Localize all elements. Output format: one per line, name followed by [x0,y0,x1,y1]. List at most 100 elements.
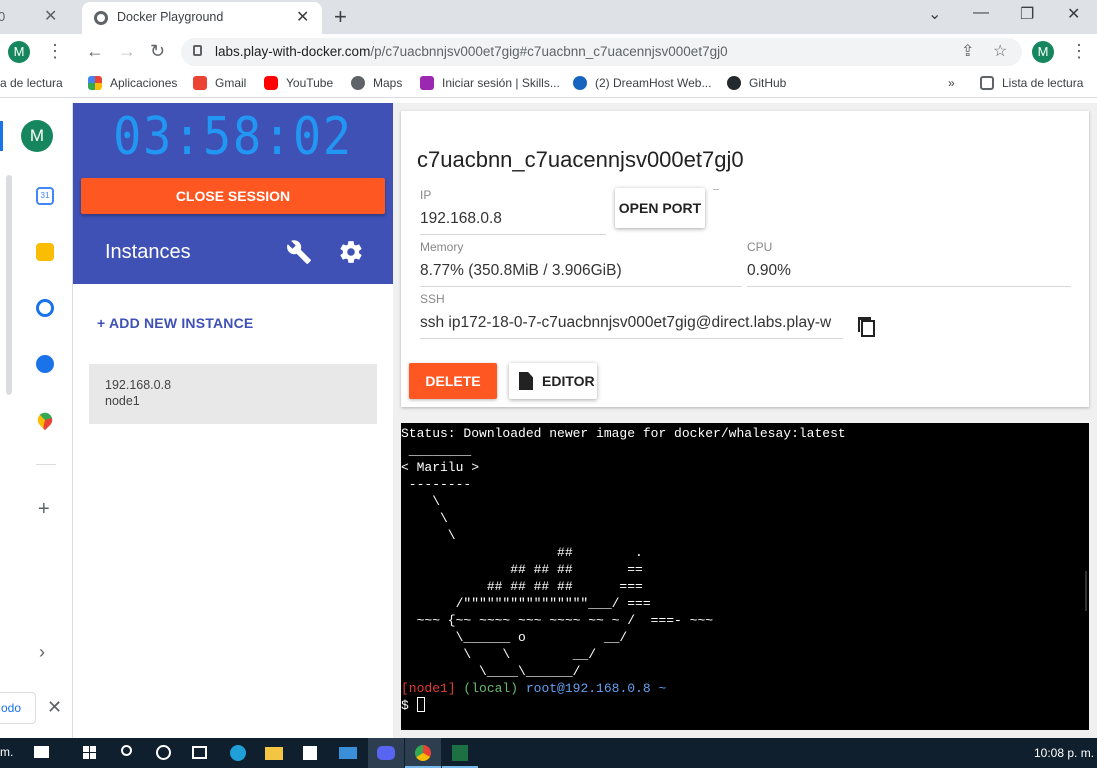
bookmark-github[interactable]: GitHub [727,76,786,90]
session-timer: 03:58:02 [113,107,353,167]
editor-button-label: EDITOR [542,373,595,389]
reading-list-button[interactable]: Lista de lectura [980,76,1083,90]
bookmark-youtube[interactable]: YouTube [264,76,333,90]
delete-instance-button[interactable]: DELETE [409,363,497,399]
cortana-icon[interactable] [146,738,182,768]
edge-icon[interactable] [220,738,256,768]
notification-icon[interactable] [24,738,60,768]
search-icon[interactable] [110,738,146,768]
forward-icon[interactable]: → [118,41,136,62]
tab-close-icon[interactable]: ✕ [296,7,309,27]
skills-icon [420,76,434,90]
chrome-icon[interactable] [405,738,441,768]
add-addon-icon[interactable]: + [38,498,50,521]
globe-icon [94,11,108,25]
side-panel: M 31 + › [0,103,73,738]
tab-previous[interactable]: 0 ✕ [0,0,78,34]
bookmark-dreamhost[interactable]: (2) DreamHost Web... [573,76,711,90]
new-tab-icon[interactable]: + [334,4,347,30]
file-explorer-icon[interactable] [256,738,292,768]
prompt-node: [node1] [401,681,456,696]
keep-icon[interactable] [36,243,54,261]
cpu-label: CPU [747,240,773,254]
bookmarks-overflow-icon[interactable]: » [948,76,955,90]
expand-panel-chevron-icon[interactable]: › [39,642,45,663]
file-icon [519,372,533,390]
apps-grid-icon [88,76,102,90]
tab-search-chevron-icon[interactable]: ⌄ [928,4,941,24]
more-vertical-icon[interactable]: ⋮ [46,41,64,62]
terminal-output: Status: Downloaded newer image for docke… [401,425,846,714]
task-view-icon[interactable] [182,738,218,768]
reading-list-icon [980,76,994,90]
download-item[interactable]: odo [0,692,36,724]
ip-field[interactable]: 192.168.0.8 [420,210,606,235]
calendar-icon[interactable]: 31 [36,187,54,205]
terminal-output-text: Status: Downloaded newer image for docke… [401,426,846,679]
bookmarks-bar: a de lectura Aplicaciones Gmail YouTube … [0,70,1097,98]
lock-icon[interactable] [193,45,202,56]
add-new-instance-button[interactable]: + ADD NEW INSTANCE [97,315,253,331]
windows-taskbar: m. 10:08 p. m. [0,738,1097,768]
minimize-icon[interactable]: — [973,4,989,22]
taskbar-left-text: m. [0,745,14,759]
bookmark-skills[interactable]: Iniciar sesión | Skills... [420,76,560,90]
side-panel-scrollbar[interactable] [6,175,12,395]
tab-previous-close-icon[interactable]: ✕ [44,6,57,26]
instance-ip: 192.168.0.8 [105,378,172,392]
instances-title: Instances [105,241,191,263]
browser-tab-strip: 0 ✕ Docker Playground ✕ + ⌄ — ❐ ✕ [0,0,1097,34]
profile-avatar-left[interactable]: M [8,41,30,63]
contacts-icon[interactable] [36,355,54,373]
excel-icon[interactable] [442,738,478,768]
store-icon[interactable] [292,738,328,768]
mail-icon[interactable] [330,738,366,768]
github-icon [727,76,741,90]
settings-gear-icon[interactable] [338,239,364,265]
ssh-field[interactable]: ssh ip172-18-0-7-c7uacbnnjsv000et7gig@di… [420,314,843,339]
bookmark-maps[interactable]: Maps [351,76,402,90]
open-port-tick [713,189,719,190]
back-icon[interactable]: ← [86,41,104,62]
ip-label: IP [420,188,432,202]
url-text[interactable]: labs.play-with-docker.com/p/c7uacbnnjsv0… [215,44,728,59]
session-header: 03:58:02 CLOSE SESSION Instances [73,103,393,284]
reload-icon[interactable]: ↻ [150,41,165,62]
chrome-menu-icon[interactable]: ⋮ [1070,41,1088,62]
side-panel-avatar[interactable]: M [21,120,53,152]
prompt-dir: ~ [658,681,667,696]
side-panel-active-indicator [0,121,3,151]
share-icon[interactable]: ⇪ [961,41,974,61]
wrench-icon[interactable] [286,239,312,265]
bookmark-star-icon[interactable]: ☆ [993,41,1007,61]
terminal-scrollbar[interactable] [1085,571,1087,611]
gmail-icon [193,76,207,90]
copy-icon[interactable] [856,316,876,338]
maps-globe-icon [351,76,365,90]
maps-pin-icon[interactable] [34,409,56,431]
download-close-icon[interactable]: ✕ [47,697,62,718]
discord-icon[interactable] [368,738,404,768]
editor-button[interactable]: EDITOR [509,363,597,399]
tasks-icon[interactable] [36,299,54,317]
windows-start-icon[interactable] [72,738,108,768]
bookmark-apps[interactable]: Aplicaciones [88,76,177,90]
window-close-icon[interactable]: ✕ [1067,4,1080,24]
profile-avatar[interactable]: M [1032,41,1054,63]
address-bar[interactable]: labs.play-with-docker.com/p/c7uacbnnjsv0… [181,38,1022,66]
instance-list-item[interactable]: 192.168.0.8 node1 [89,364,377,424]
prompt-symbol: $ [401,698,409,713]
prompt-user: root@192.168.0.8 [525,681,651,696]
instance-main: c7uacbnn_c7uacennjsv000et7gj0 IP 192.168… [393,103,1097,738]
bookmark-gmail[interactable]: Gmail [193,76,246,90]
terminal-cursor [416,697,425,712]
browser-toolbar: M ⋮ ← → ↻ labs.play-with-docker.com/p/c7… [0,34,1097,70]
dreamhost-icon [573,76,587,90]
restore-icon[interactable]: ❐ [1020,4,1034,24]
terminal[interactable]: Status: Downloaded newer image for docke… [401,423,1089,730]
bookmark-reading-list-fragment[interactable]: a de lectura [0,76,63,90]
open-port-button[interactable]: OPEN PORT [615,188,705,228]
close-session-button[interactable]: CLOSE SESSION [81,178,385,214]
ssh-label: SSH [420,292,445,306]
tab-docker-playground[interactable]: Docker Playground ✕ [82,2,322,34]
